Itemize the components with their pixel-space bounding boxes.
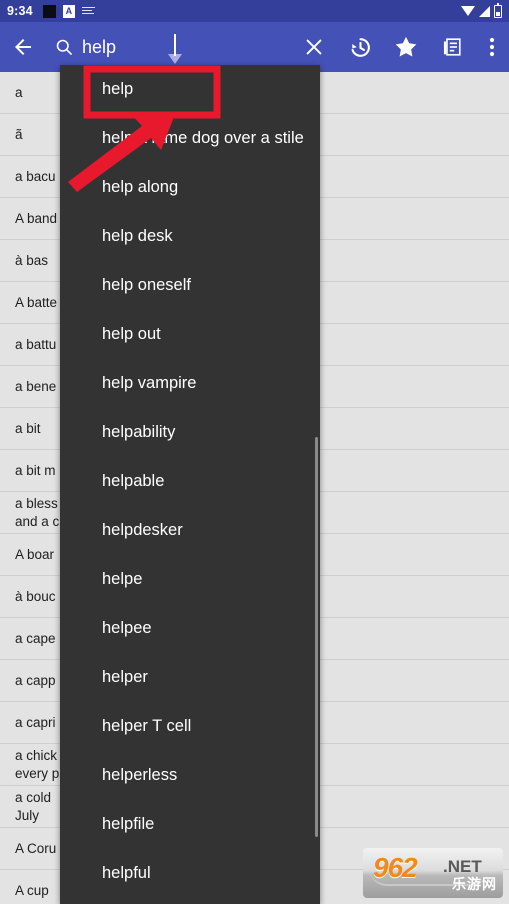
word-list-row-label: a bacu <box>15 168 56 184</box>
watermark-chinese: 乐游网 <box>452 876 497 892</box>
word-list-row-label: a battu <box>15 336 57 352</box>
suggestion-item-label: helpable <box>102 472 165 490</box>
suggestion-item-label: help along <box>102 178 179 196</box>
search-icon <box>46 37 82 57</box>
suggestion-item[interactable]: helpful <box>60 849 320 898</box>
suggestion-item-label: helpful <box>102 864 151 882</box>
word-list-row-label: à bouc <box>15 588 56 604</box>
suggestion-item-label: help vampire <box>102 374 197 392</box>
suggestion-item[interactable]: help desk <box>60 212 320 261</box>
word-list-row-label: A band <box>15 210 58 226</box>
suggestion-list[interactable]: help help a lame dog over a stile help alo… <box>60 65 320 898</box>
status-bar: 9:34 A <box>0 0 509 22</box>
suggestion-item[interactable]: helpable <box>60 457 320 506</box>
word-list-row-label: a cold July <box>15 789 52 823</box>
black-square-icon <box>42 4 56 18</box>
word-list-row-label: a capp <box>15 672 56 688</box>
suggestion-item[interactable]: help oneself <box>60 261 320 310</box>
wifi-icon <box>461 6 475 16</box>
suggestion-item-label: helpee <box>102 619 152 637</box>
watermark: 962 .NET 乐游网 <box>363 848 503 898</box>
suggestion-item-label: help out <box>102 325 161 343</box>
word-list-row-label: a cape <box>15 630 56 646</box>
status-left-icons: A <box>42 4 461 18</box>
suggestions-scrollbar[interactable] <box>315 437 318 837</box>
suggestion-item[interactable]: helper T cell <box>60 702 320 751</box>
suggestion-item-label: helpability <box>102 423 176 441</box>
suggestion-item-label: helperless <box>102 766 178 784</box>
suggestion-item-label: helpe <box>102 570 143 588</box>
suggestion-item[interactable]: helpdesker <box>60 506 320 555</box>
word-list-row-label: a chick every p <box>15 747 60 781</box>
history-button[interactable] <box>337 22 383 72</box>
suggestion-item[interactable]: help <box>60 65 320 114</box>
suggestion-item[interactable]: help a lame dog over a stile <box>60 114 320 163</box>
search-suggestions-dropdown[interactable]: help help a lame dog over a stile help alo… <box>60 65 320 904</box>
suggestion-item[interactable]: helpee <box>60 604 320 653</box>
signal-icon <box>479 5 490 17</box>
suggestion-item-label: help <box>102 80 134 98</box>
suggestion-item[interactable]: helperless <box>60 751 320 800</box>
favorites-button[interactable] <box>383 22 429 72</box>
suggestion-item[interactable]: help out <box>60 310 320 359</box>
text-caret <box>174 34 176 56</box>
suggestion-item-label: help desk <box>102 227 173 245</box>
suggestion-item[interactable]: help vampire <box>60 359 320 408</box>
word-list-row-label: à bas <box>15 252 49 268</box>
status-right-icons <box>461 2 502 18</box>
word-list-row-label: a bene <box>15 378 57 394</box>
overflow-menu-button[interactable] <box>475 22 509 72</box>
status-clock: 9:34 <box>7 4 33 18</box>
word-list-row-label: a bit <box>15 420 41 436</box>
a-letter-icon: A <box>62 4 75 18</box>
text-cursor-handle[interactable] <box>168 54 182 64</box>
word-list-row-label: ã <box>15 126 23 142</box>
suggestion-item-label: help oneself <box>102 276 191 294</box>
list-button[interactable] <box>429 22 475 72</box>
tiny-text-icon <box>81 6 95 17</box>
suggestion-item-label: helpfile <box>102 815 155 833</box>
suggestion-item[interactable]: helpfile <box>60 800 320 849</box>
word-list-row-label: A Coru <box>15 840 57 856</box>
suggestion-item-label: helper T cell <box>102 717 192 735</box>
suggestion-item-label: helper <box>102 668 148 686</box>
suggestion-item[interactable]: helpability <box>60 408 320 457</box>
battery-icon <box>494 2 502 18</box>
watermark-number: 962 <box>373 852 418 883</box>
word-list-row-label: a capri <box>15 714 56 730</box>
suggestion-item[interactable]: helper <box>60 653 320 702</box>
word-list-row-label: a bless and a c <box>15 495 60 529</box>
word-list-row-label: A cup <box>15 882 49 898</box>
word-list-row-label: a bit m <box>15 462 56 478</box>
word-list-row-label: a <box>15 84 23 100</box>
phone-screen: 9:34 A help a ã a bacu A band à bas A ba… <box>0 0 509 904</box>
word-list-row-label: A batte <box>15 294 58 310</box>
suggestion-item-label: help a lame dog over a stile <box>102 129 304 147</box>
search-input[interactable] <box>82 36 291 58</box>
word-list-row-label: A boar <box>15 546 55 562</box>
suggestion-item[interactable]: helpe <box>60 555 320 604</box>
suggestion-item[interactable]: help along <box>60 163 320 212</box>
suggestion-item-label: helpdesker <box>102 521 183 539</box>
back-button[interactable] <box>0 22 46 72</box>
